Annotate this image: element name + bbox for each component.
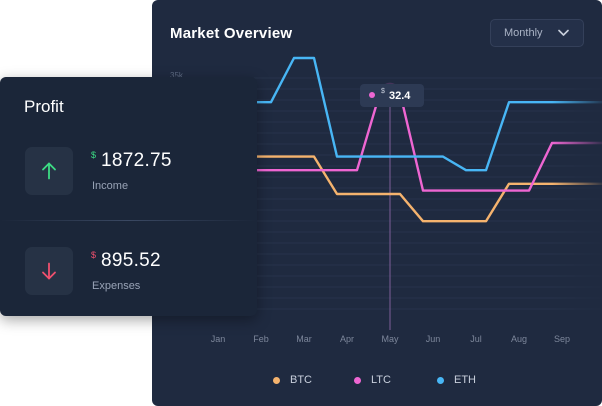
tooltip-currency: $ <box>381 88 385 95</box>
legend-dot <box>354 377 361 384</box>
x-tick-label: Jun <box>426 334 441 344</box>
x-tick-label: Apr <box>340 334 354 344</box>
profit-divider <box>0 220 257 221</box>
legend-label: ETH <box>454 374 476 386</box>
x-tick-label: Sep <box>554 334 570 344</box>
expenses-value: 895.52 <box>101 250 161 271</box>
expenses-icon-box <box>25 247 73 295</box>
arrow-up-icon <box>42 162 56 180</box>
tooltip-series-dot <box>369 92 375 98</box>
period-select[interactable]: Monthly <box>490 19 584 47</box>
tooltip-value: 32.4 <box>389 90 411 102</box>
income-currency: $ <box>91 150 97 160</box>
legend-label: LTC <box>371 374 391 386</box>
profit-title: Profit <box>24 97 64 116</box>
income-icon-box <box>25 147 73 195</box>
x-tick-label: Aug <box>511 334 527 344</box>
x-tick-label: Mar <box>296 334 312 344</box>
expenses-label: Expenses <box>92 280 141 292</box>
chevron-down-icon <box>558 29 569 36</box>
market-overview-title: Market Overview <box>170 25 293 42</box>
income-value: 1872.75 <box>101 150 172 171</box>
period-select-value: Monthly <box>504 27 543 39</box>
x-tick-label: Jan <box>211 334 226 344</box>
x-tick-label: May <box>381 334 399 344</box>
arrow-down-icon <box>42 262 56 280</box>
chart-legend: BTC LTC ETH <box>152 374 602 388</box>
income-label: Income <box>92 180 129 192</box>
expenses-currency: $ <box>91 250 97 260</box>
chart-tooltip: $ 32.4 <box>360 84 424 107</box>
x-axis-labels: Jan Feb Mar Apr May Jun Jul Aug Sep <box>211 334 570 344</box>
edge-fade <box>552 80 602 320</box>
x-tick-label: Jul <box>470 334 482 344</box>
legend-label: BTC <box>290 374 312 386</box>
legend-dot <box>273 377 280 384</box>
legend-dot <box>437 377 444 384</box>
x-tick-label: Feb <box>253 334 269 344</box>
profit-card: Profit $ 1872.75 Income $ 895.52 Expense… <box>0 77 257 316</box>
